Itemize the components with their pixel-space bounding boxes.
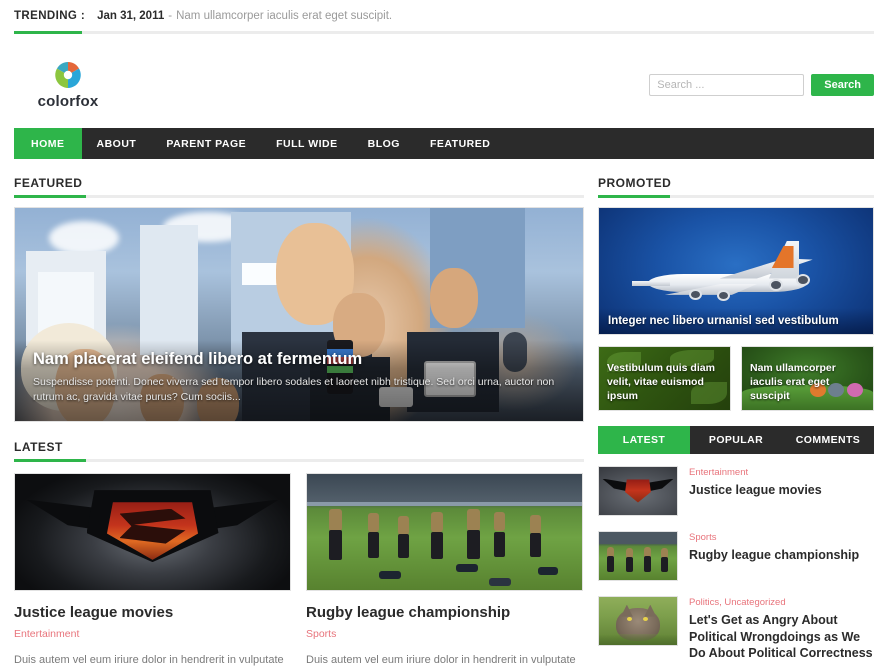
trending-rule [14, 31, 874, 34]
main-navigation: HOME ABOUT PARENT PAGE FULL WIDE BLOG FE… [14, 128, 874, 159]
trending-date: Jan 31, 2011 [97, 10, 165, 22]
sidebar: PROMOTED Integer nec libero urnanisl sed [598, 176, 874, 667]
tab-popular[interactable]: POPULAR [690, 426, 782, 454]
colorfox-circle-logo-icon [53, 60, 83, 90]
trending-separator: - [168, 10, 173, 22]
list-item-title[interactable]: Let's Get as Angry About Political Wrong… [689, 612, 874, 662]
nav-item-parent-page[interactable]: PARENT PAGE [151, 128, 261, 159]
tab-latest[interactable]: LATEST [598, 426, 690, 454]
post-card-title[interactable]: Rugby league championship [306, 604, 583, 621]
featured-section-rule [14, 195, 584, 198]
post-card[interactable]: Rugby league championship Sports Duis au… [306, 473, 583, 667]
main-column: FEATURED Nam placerat eleifend libero at… [14, 176, 584, 667]
list-item[interactable]: Entertainment Justice league movies [598, 466, 874, 516]
promoted-section-title: PROMOTED [598, 176, 672, 190]
list-item-thumbnail[interactable] [598, 466, 678, 516]
list-item-meta: Politics, Uncategorized Let's Get as Ang… [689, 596, 874, 662]
featured-section-title: FEATURED [14, 176, 83, 190]
content-area: FEATURED Nam placerat eleifend libero at… [14, 176, 874, 667]
latest-section-rule [14, 459, 584, 462]
list-item-title[interactable]: Rugby league championship [689, 547, 859, 564]
featured-hero[interactable]: Nam placerat eleifend libero at fermentu… [14, 207, 584, 422]
featured-hero-title[interactable]: Nam placerat eleifend libero at fermentu… [33, 350, 565, 369]
nav-item-featured[interactable]: FEATURED [415, 128, 505, 159]
trending-label: TRENDING : [14, 10, 86, 22]
nav-item-full-wide[interactable]: FULL WIDE [261, 128, 352, 159]
list-item[interactable]: Sports Rugby league championship [598, 531, 874, 581]
latest-posts-grid: Justice league movies Entertainment Duis… [14, 473, 584, 667]
sidebar-post-list: Entertainment Justice league movies Spor… [598, 466, 874, 662]
post-card-title[interactable]: Justice league movies [14, 604, 291, 621]
list-item-category[interactable]: Politics, Uncategorized [689, 597, 874, 608]
post-card[interactable]: Justice league movies Entertainment Duis… [14, 473, 291, 667]
site-header: colorfox Search [14, 46, 874, 124]
list-item-title[interactable]: Justice league movies [689, 482, 822, 499]
featured-hero-caption: Nam placerat eleifend libero at fermentu… [15, 339, 583, 421]
trending-bar: TRENDING : Jan 31, 2011 - Nam ullamcorpe… [14, 0, 874, 34]
promoted-small-caption: Vestibulum quis diam velit, vitae euismo… [607, 362, 715, 403]
promoted-small-row: Vestibulum quis diam velit, vitae euismo… [598, 346, 874, 411]
post-card-excerpt: Duis autem vel eum iriure dolor in hendr… [14, 654, 284, 666]
nav-item-about[interactable]: ABOUT [82, 128, 152, 159]
search-area: Search [649, 74, 874, 96]
list-item-thumbnail[interactable] [598, 596, 678, 646]
post-card-excerpt: Duis autem vel eum iriure dolor in hendr… [306, 654, 576, 666]
list-item-category[interactable]: Sports [689, 532, 859, 543]
promoted-section-rule [598, 195, 874, 198]
post-card-image[interactable] [306, 473, 583, 591]
post-card-image[interactable] [14, 473, 291, 591]
promoted-small-caption: Nam ullamcorper iaculis erat eget suscip… [750, 362, 836, 403]
list-item-meta: Entertainment Justice league movies [689, 466, 822, 516]
list-item[interactable]: Politics, Uncategorized Let's Get as Ang… [598, 596, 874, 662]
list-item-category[interactable]: Entertainment [689, 467, 822, 478]
post-card-category[interactable]: Sports [306, 628, 583, 640]
promoted-featured-item[interactable]: Integer nec libero urnanisl sed vestibul… [598, 207, 874, 335]
featured-hero-excerpt: Suspendisse potenti. Donec viverra sed t… [33, 375, 555, 403]
featured-section-header: FEATURED [14, 176, 584, 198]
promoted-featured-caption: Integer nec libero urnanisl sed vestibul… [599, 308, 873, 334]
promoted-small-item[interactable]: Nam ullamcorper iaculis erat eget suscip… [741, 346, 874, 411]
promoted-small-item[interactable]: Vestibulum quis diam velit, vitae euismo… [598, 346, 731, 411]
sidebar-tabs: LATEST POPULAR COMMENTS [598, 426, 874, 454]
trending-headline[interactable]: Nam ullamcorper iaculis erat eget suscip… [176, 10, 392, 22]
latest-section-header: LATEST [14, 440, 584, 462]
search-button[interactable]: Search [811, 74, 874, 96]
list-item-meta: Sports Rugby league championship [689, 531, 859, 581]
list-item-thumbnail[interactable] [598, 531, 678, 581]
nav-item-home[interactable]: HOME [14, 128, 82, 159]
post-card-category[interactable]: Entertainment [14, 628, 291, 640]
page-root: TRENDING : Jan 31, 2011 - Nam ullamcorpe… [0, 0, 888, 667]
logo-text: colorfox [37, 93, 99, 110]
latest-section-title: LATEST [14, 440, 63, 454]
search-input[interactable] [649, 74, 805, 96]
trending-row: TRENDING : Jan 31, 2011 - Nam ullamcorpe… [14, 10, 874, 22]
site-logo[interactable]: colorfox [14, 51, 122, 119]
nav-item-blog[interactable]: BLOG [353, 128, 415, 159]
tab-comments[interactable]: COMMENTS [782, 426, 874, 454]
page-wrapper: TRENDING : Jan 31, 2011 - Nam ullamcorpe… [14, 0, 874, 667]
promoted-section-header: PROMOTED [598, 176, 874, 198]
